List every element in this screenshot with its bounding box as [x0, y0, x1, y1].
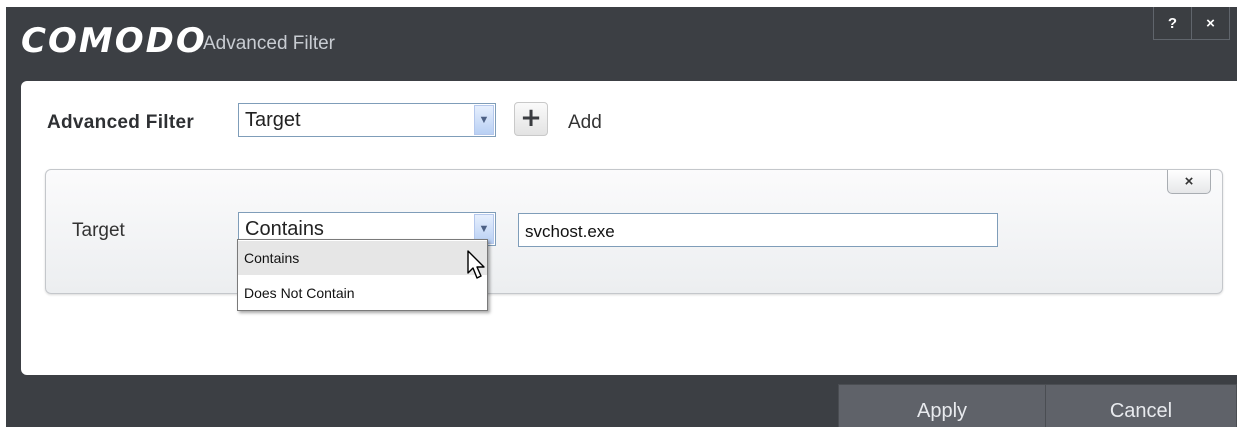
- condition-value: Contains: [245, 218, 324, 240]
- advanced-filter-window: COMODO Advanced Filter ? × Advanced Filt…: [6, 7, 1237, 427]
- filter-condition-panel: × Target Contains ▼ svchost.exe: [45, 169, 1223, 294]
- plus-icon: +: [520, 103, 542, 133]
- advanced-filter-label: Advanced Filter: [47, 112, 195, 133]
- title-bar: COMODO Advanced Filter ? ×: [6, 7, 1237, 79]
- target-value-input[interactable]: svchost.exe: [518, 213, 998, 247]
- chevron-down-icon[interactable]: ▼: [474, 105, 494, 135]
- window-controls: ? ×: [1153, 7, 1230, 40]
- apply-button[interactable]: Apply: [838, 384, 1046, 427]
- add-label[interactable]: Add: [568, 112, 602, 134]
- comodo-logo: COMODO: [21, 21, 207, 61]
- add-filter-button[interactable]: +: [514, 102, 548, 136]
- dropdown-option-does-not-contain[interactable]: Does Not Contain: [238, 276, 487, 310]
- close-window-button[interactable]: ×: [1191, 7, 1229, 39]
- filter-type-value: Target: [245, 109, 301, 131]
- dropdown-option-contains[interactable]: Contains: [238, 241, 487, 275]
- filter-content-area: Advanced Filter Target ▼ + Add × Target …: [21, 81, 1237, 375]
- window-title: Advanced Filter: [203, 33, 336, 54]
- remove-filter-button[interactable]: ×: [1167, 170, 1211, 194]
- mouse-cursor-icon: [467, 250, 485, 279]
- filter-type-select[interactable]: Target ▼: [238, 103, 496, 137]
- target-value-text: svchost.exe: [525, 222, 615, 241]
- condition-dropdown-list: Contains Does Not Contain: [237, 239, 488, 311]
- target-field-label: Target: [72, 220, 125, 241]
- help-button[interactable]: ?: [1154, 7, 1191, 39]
- cancel-button[interactable]: Cancel: [1045, 384, 1237, 427]
